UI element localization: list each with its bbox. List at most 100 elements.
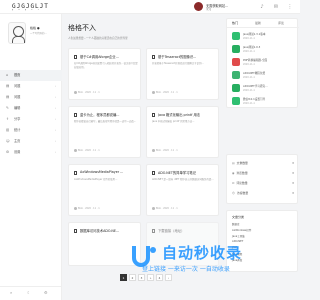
author-avatar [74, 207, 77, 210]
doc-icon [152, 229, 155, 233]
author-avatar [152, 91, 155, 94]
user-avatar[interactable] [194, 2, 203, 11]
card-title[interactable]: 基于C#调用Aforge企业... [80, 54, 140, 59]
setting-icon: ⚙ [6, 150, 10, 154]
list-item[interactable]: ADO.NET学习研究... 2020-11-1 [232, 83, 296, 95]
chevron-right-icon: › [54, 150, 56, 154]
sidebar-item-share[interactable]: ⇪ 分享 › [0, 114, 62, 125]
message-icon[interactable]: ✉ [272, 3, 280, 11]
site-logo[interactable]: GJGJGLJT g u g e r [12, 3, 52, 11]
panel-tabs: 热门 最新 评论 [227, 19, 299, 28]
author-avatar [74, 91, 77, 94]
article-card[interactable]: 基于C#调用Aforge企业... 在C#调用Aforge前先配置引入相应的开发… [68, 48, 141, 100]
user-icon: ☺ [232, 191, 235, 195]
sidebar-item-question[interactable]: ▤ 问题 › [0, 81, 62, 92]
card-excerpt: ADO.NET 是一组向 .NET 程序员公开数据访问服务的类... [152, 178, 214, 181]
user-icon: ☺ [6, 139, 10, 143]
comment-icon: ✉ [232, 181, 235, 185]
category-item[interactable]: AxWindows控件 [232, 228, 251, 232]
category-item[interactable]: 数据库 [232, 222, 240, 226]
page-1-button[interactable]: 1 [120, 274, 127, 281]
sidebar-item-stats[interactable]: ▥ 统计 › [0, 125, 62, 136]
stat-comments: ✉ 评论数量 8 [232, 181, 294, 185]
card-excerpt: Java 中格式化输出 printf 的常用方法... [152, 120, 195, 123]
list-item[interactable]: 微信8.0.1设置引导 2020-11-1 [232, 96, 296, 108]
profile-avatar[interactable] [8, 22, 26, 44]
card-title[interactable]: 盗卡为止，程序员都说编... [80, 112, 140, 117]
article-card[interactable]: ADO.NET的简单学习笔记 ADO.NET 是一组向 .NET 程序员公开数据… [146, 164, 219, 216]
sidebar-item-edit[interactable]: ✎ 编辑 › [0, 103, 62, 114]
profile-desc: 一个写代码的... [30, 32, 47, 35]
sidebar-item-question-2[interactable]: ▤ 问题 › [0, 92, 62, 103]
doc-icon: ▤ [6, 84, 10, 88]
list-item[interactable]: Java测试1.0.3 2020-11-1 [232, 44, 296, 56]
card-title[interactable]: Java 格式化输出 printf 用法 [158, 112, 218, 117]
doc-icon [74, 113, 77, 117]
card-title[interactable]: 基于Tesseract的图像识... [158, 54, 218, 59]
item-title: Java测试1.3.1版本 [243, 33, 266, 36]
item-date: 2020-11-1 [243, 88, 255, 92]
gear-icon[interactable]: ⚙ [44, 290, 48, 295]
tab-hot[interactable]: 热门 [232, 21, 238, 25]
article-card[interactable]: AxWindowsMediaPlayer ... AxWindowsMediaP… [68, 164, 141, 216]
card-excerpt: 开发者基于Tesseract开源库进行图像文字识别... [152, 62, 204, 65]
sidebar-item-home[interactable]: ⌂ 首页 [0, 70, 62, 81]
bell-icon[interactable]: ♪ [258, 3, 266, 11]
chevron-right-icon: › [54, 95, 56, 99]
item-date: 2020-11-1 [243, 62, 255, 66]
item-title: PDF转换编辑器-全面 [243, 59, 268, 62]
item-date: 2020-11-1 [243, 75, 255, 79]
watermark: 自动秒收录 登上链接 一来访一次 一自动收录 [130, 240, 290, 280]
card-meta: Blok · 2020 · 11 · 1 [74, 207, 138, 210]
page-title: 格格不入 [68, 24, 96, 32]
item-date: 2020-11-1 [243, 49, 255, 53]
item-date: 2020-11-1 [243, 101, 255, 105]
list-item[interactable]: PDF转换编辑器-全面 2020-11-1 [232, 57, 296, 69]
card-excerpt: AxWindowsMediaPlayer 控件的使用... [74, 178, 118, 181]
doc-icon [74, 229, 77, 233]
card-title[interactable]: 下载链接（地址） [158, 228, 218, 233]
moon-icon[interactable]: ☾ [27, 290, 31, 295]
doc-icon [152, 55, 155, 59]
card-excerpt: 程序员都说自己能写，最后发现写程序就是一边写一边改... [74, 120, 137, 123]
eye-icon: ◉ [232, 171, 235, 175]
card-title[interactable]: AxWindowsMediaPlayer ... [80, 170, 140, 174]
watermark-subtitle: 登上链接 一来访一次 一自动收录 [142, 266, 230, 273]
list-item[interactable]: ADO.NET教程免费 2020-11-1 [232, 70, 296, 82]
category-title: 文章分类 [232, 215, 245, 219]
tab-comment[interactable]: 评论 [278, 21, 284, 25]
chevron-right-icon: › [54, 84, 56, 88]
doc-icon [74, 171, 77, 175]
user-subtitle: 未知 [206, 8, 212, 11]
card-meta: Blok · 2020 · 11 · 1 [74, 149, 138, 152]
chevron-right-icon: › [54, 139, 56, 143]
card-meta: Blok · 2020 · 11 · 1 [152, 91, 216, 94]
doc-icon: ▤ [6, 95, 10, 99]
card-title[interactable]: ADO.NET的简单学习笔记 [158, 170, 218, 175]
more-icon[interactable]: ⋮ [286, 3, 294, 11]
item-title: ADO.NET学习研究... [243, 85, 268, 88]
card-title[interactable]: 数据库访问技术ADO.NE... [80, 228, 140, 233]
sidebar-item-settings[interactable]: ⚙ 设置 › [0, 147, 62, 158]
article-card[interactable]: 盗卡为止，程序员都说编... 程序员都说自己能写，最后发现写程序就是一边写一边改… [68, 106, 141, 158]
author-avatar [74, 149, 77, 152]
list-item[interactable]: Java测试1.3.1版本 2020-11-1 [232, 31, 296, 43]
search-icon[interactable]: ⌕ [10, 290, 12, 295]
share-icon: ⇪ [6, 117, 9, 121]
profile-name: 格格 ● [30, 26, 40, 30]
chevron-right-icon: › [54, 117, 56, 121]
user-menu[interactable]: 无需获取网站... 未知 [194, 2, 254, 12]
watermark-title: 自动秒收录 [162, 244, 243, 262]
hot-list-panel: 热门 最新 评论 Java测试1.3.1版本 2020-11-1 Java测试1… [226, 18, 299, 108]
tab-new[interactable]: 最新 [255, 21, 261, 25]
category-item[interactable]: Java工具集 [232, 234, 245, 238]
card-meta: Blok · 2020 · 11 · 1 [74, 91, 138, 94]
article-card[interactable]: 基于Tesseract的图像识... 开发者基于Tesseract开源库进行图像… [146, 48, 219, 100]
card-excerpt: 在C#调用Aforge前先配置引入相应的开发包...该文章介绍企业级应用。 [74, 62, 138, 69]
article-card[interactable]: Java 格式化输出 printf 用法 Java 中格式化输出 printf … [146, 106, 219, 158]
app-icon [232, 84, 240, 92]
doc-icon [74, 55, 77, 59]
sidebar-footer: ⌕ ☾ ⚙ [0, 286, 62, 300]
sidebar-item-user[interactable]: ☺ 主页 › [0, 136, 62, 147]
doc-icon [152, 171, 155, 175]
